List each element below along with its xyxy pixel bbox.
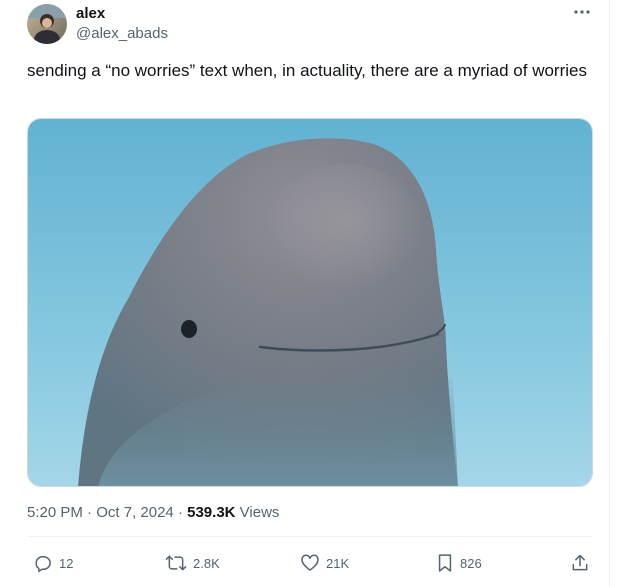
repost-count: 2.8K [193, 555, 220, 571]
heart-icon [301, 554, 319, 571]
avatar[interactable] [27, 4, 67, 44]
tweet-time[interactable]: 5:20 PM [27, 504, 83, 521]
repost-icon [165, 555, 187, 571]
user-handle[interactable]: @alex_abads [76, 25, 168, 43]
tweet-card: alex @alex_abads sending a “no worries” … [0, 0, 610, 587]
views-count: 539.3K [187, 504, 236, 521]
beluga-photo [28, 119, 592, 486]
display-name[interactable]: alex [76, 5, 105, 23]
tweet-text: sending a “no worries” text when, in act… [27, 61, 587, 80]
tweet-metadata: 5:20 PM · Oct 7, 2024 · 539.3K Views [27, 503, 279, 523]
share-icon [572, 554, 588, 571]
bookmark-icon [438, 554, 452, 572]
avatar-image [27, 4, 67, 44]
reply-count: 12 [59, 555, 74, 571]
bookmark-count: 826 [460, 555, 482, 571]
meta-separator: · [82, 504, 97, 521]
more-options-button[interactable] [568, 2, 596, 22]
like-button[interactable]: 21K [300, 550, 349, 576]
reply-icon [35, 556, 51, 573]
more-horizontal-icon [574, 10, 590, 14]
share-button[interactable] [570, 550, 590, 576]
views-label: Views [235, 504, 280, 521]
tweet-date[interactable]: Oct 7, 2024 [96, 504, 174, 521]
repost-button[interactable]: 2.8K [165, 550, 220, 576]
bookmark-button[interactable]: 826 [436, 550, 482, 576]
like-count: 21K [326, 555, 350, 571]
divider [27, 536, 593, 537]
meta-separator: · [173, 504, 188, 521]
reply-button[interactable]: 12 [33, 550, 73, 576]
tweet-media-image[interactable] [27, 118, 593, 487]
